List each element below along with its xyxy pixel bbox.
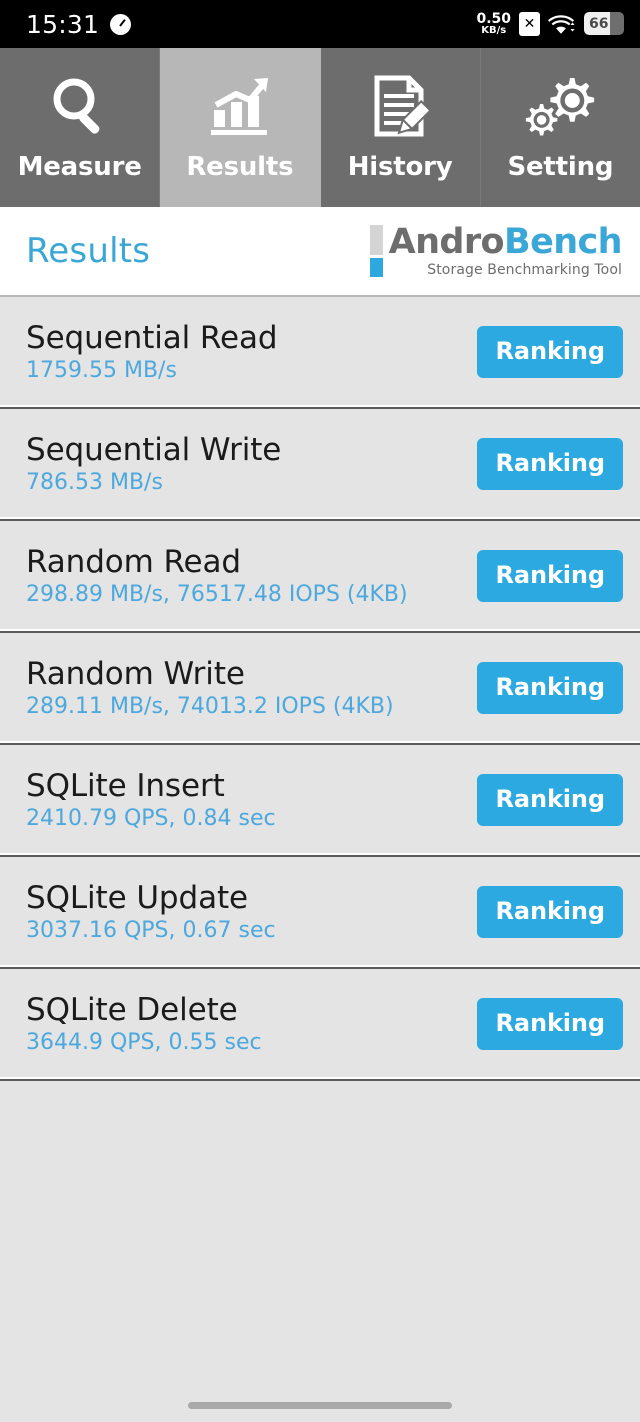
gesture-home-pill[interactable] [188,1401,452,1409]
tab-setting-label: Setting [507,152,614,182]
logo-word-andro: Andro [388,222,505,263]
result-name: SQLite Delete [26,991,238,1028]
status-clock: 15:31 [26,9,100,39]
result-value: 289.11 MB/s, 74013.2 IOPS (4KB) [26,693,394,719]
logo-word-bench: Bench [504,222,623,263]
result-value: 1759.55 MB/s [26,357,177,383]
results-list: Sequential Read 1759.55 MB/s Ranking Seq… [0,297,640,1081]
page-title: Results [26,231,151,271]
tab-results[interactable]: Results [160,48,321,207]
status-bar-right: 0.50 KB/s ✕ 66 [476,10,624,37]
result-row-sequential-write[interactable]: Sequential Write 786.53 MB/s Ranking [0,409,640,521]
bar-chart-arrow-icon [205,70,275,144]
result-name: Random Read [26,543,241,580]
result-row-random-write[interactable]: Random Write 289.11 MB/s, 74013.2 IOPS (… [0,633,640,745]
status-bar-left: 15:31 [26,9,132,39]
result-value: 298.89 MB/s, 76517.48 IOPS (4KB) [26,581,408,607]
result-name: Sequential Write [26,431,282,468]
result-row-texts: Sequential Read 1759.55 MB/s [26,319,278,383]
result-row-sqlite-update[interactable]: SQLite Update 3037.16 QPS, 0.67 sec Rank… [0,857,640,969]
battery-indicator: 66 [584,12,624,36]
logo-wordmark: AndroBench [388,222,623,263]
logo-bars-icon [369,224,383,277]
ranking-button[interactable]: Ranking [477,998,623,1050]
empty-list-area [0,1081,640,1388]
tab-setting[interactable]: Setting [480,48,640,207]
result-row-sequential-read[interactable]: Sequential Read 1759.55 MB/s Ranking [0,297,640,409]
result-name: SQLite Update [26,879,249,916]
ranking-button[interactable]: Ranking [477,886,623,938]
ranking-button[interactable]: Ranking [477,326,623,378]
ranking-button[interactable]: Ranking [477,774,623,826]
result-row-sqlite-delete[interactable]: SQLite Delete 3644.9 QPS, 0.55 sec Ranki… [0,969,640,1081]
result-name: Random Write [26,655,245,692]
logo-tagline: Storage Benchmarking Tool [427,261,622,278]
navigation-bar [0,1388,640,1422]
battery-level: 66 [589,15,609,32]
magnifier-icon [45,70,115,144]
result-row-texts: Random Write 289.11 MB/s, 74013.2 IOPS (… [26,657,394,719]
logo-text: AndroBench Storage Benchmarking Tool [388,222,623,278]
status-bar: 15:31 0.50 KB/s ✕ 66 [0,0,640,48]
app-screen: 15:31 0.50 KB/s ✕ 66 Measure Results His… [0,0,640,1422]
tab-measure[interactable]: Measure [0,48,161,207]
result-row-random-read[interactable]: Random Read 298.89 MB/s, 76517.48 IOPS (… [0,521,640,633]
result-value: 2410.79 QPS, 0.84 sec [26,805,276,831]
tab-measure-label: Measure [17,152,142,182]
result-value: 786.53 MB/s [26,469,163,495]
result-row-sqlite-insert[interactable]: SQLite Insert 2410.79 QPS, 0.84 sec Rank… [0,745,640,857]
main-tab-bar: Measure Results History Setting [0,48,640,207]
tab-results-label: Results [186,152,294,182]
logo-bar-top [369,224,383,255]
androbench-logo: AndroBench Storage Benchmarking Tool [369,222,623,278]
sim-card-icon: ✕ [519,11,540,36]
network-speed-unit: KB/s [481,25,507,37]
ranking-button[interactable]: Ranking [477,550,623,602]
app-header: Results AndroBench Storage Benchmarking … [0,207,640,297]
speedometer-icon [110,13,132,35]
tab-history-label: History [347,152,453,182]
tab-history[interactable]: History [320,48,481,207]
result-value: 3037.16 QPS, 0.67 sec [26,917,276,943]
result-name: SQLite Insert [26,767,225,804]
result-row-texts: Sequential Write 786.53 MB/s [26,433,281,495]
ranking-button[interactable]: Ranking [477,662,623,714]
logo-bar-bottom [369,257,383,277]
result-row-texts: SQLite Insert 2410.79 QPS, 0.84 sec [26,769,276,831]
result-row-texts: Random Read 298.89 MB/s, 76517.48 IOPS (… [26,545,408,607]
result-row-texts: SQLite Delete 3644.9 QPS, 0.55 sec [26,993,262,1055]
result-row-texts: SQLite Update 3037.16 QPS, 0.67 sec [26,881,276,943]
ranking-button[interactable]: Ranking [477,438,623,490]
result-name: Sequential Read [26,319,278,356]
wifi-icon [548,12,576,36]
network-speed-indicator: 0.50 KB/s [476,10,511,37]
network-speed-value: 0.50 [476,10,511,27]
result-value: 3644.9 QPS, 0.55 sec [26,1029,262,1055]
gears-icon [524,70,596,144]
document-pencil-icon [365,70,435,144]
